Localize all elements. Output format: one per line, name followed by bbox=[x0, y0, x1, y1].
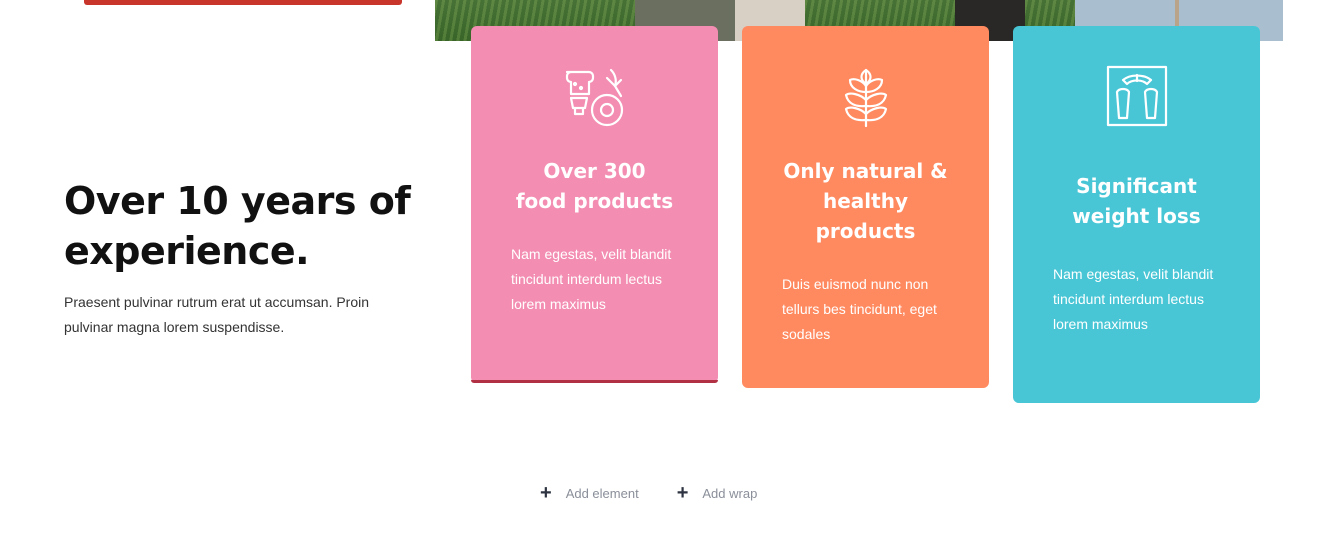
plus-icon: + bbox=[676, 482, 689, 504]
weight-scale-icon bbox=[1106, 65, 1167, 127]
plus-icon: + bbox=[540, 482, 552, 504]
add-wrap-button[interactable]: + Add wrap bbox=[677, 482, 758, 504]
experience-headline: Over 10 years of experience. bbox=[64, 179, 411, 273]
add-element-label: Add element bbox=[565, 485, 639, 501]
card-text: Nam egestas, velit blandit tincidunt int… bbox=[511, 246, 672, 312]
card-text: Duis euismod nunc non tellurs bes tincid… bbox=[782, 276, 937, 342]
top-red-button-edge[interactable] bbox=[84, 0, 402, 5]
add-wrap-label: Add wrap bbox=[702, 485, 758, 501]
plant-leaves-icon bbox=[844, 68, 887, 128]
food-products-icon bbox=[565, 68, 623, 127]
feature-card-weight-loss: Significant weight loss Nam egestas, vel… bbox=[1013, 26, 1260, 403]
card-title: Significant weight loss bbox=[1072, 174, 1201, 228]
page-builder-toolbar: + Add element + Add wrap bbox=[540, 482, 757, 504]
card-title: Only natural & healthy products bbox=[783, 159, 948, 243]
add-element-button[interactable]: + Add element bbox=[540, 482, 639, 504]
experience-intro-text: Praesent pulvinar rutrum erat ut accumsa… bbox=[64, 294, 370, 335]
card-text: Nam egestas, velit blandit tincidunt int… bbox=[1053, 266, 1214, 332]
feature-card-food-products: Over 300 food products Nam egestas, veli… bbox=[471, 26, 718, 383]
feature-card-natural-products: Only natural & healthy products Duis eui… bbox=[742, 26, 989, 388]
card-title: Over 300 food products bbox=[515, 159, 674, 213]
